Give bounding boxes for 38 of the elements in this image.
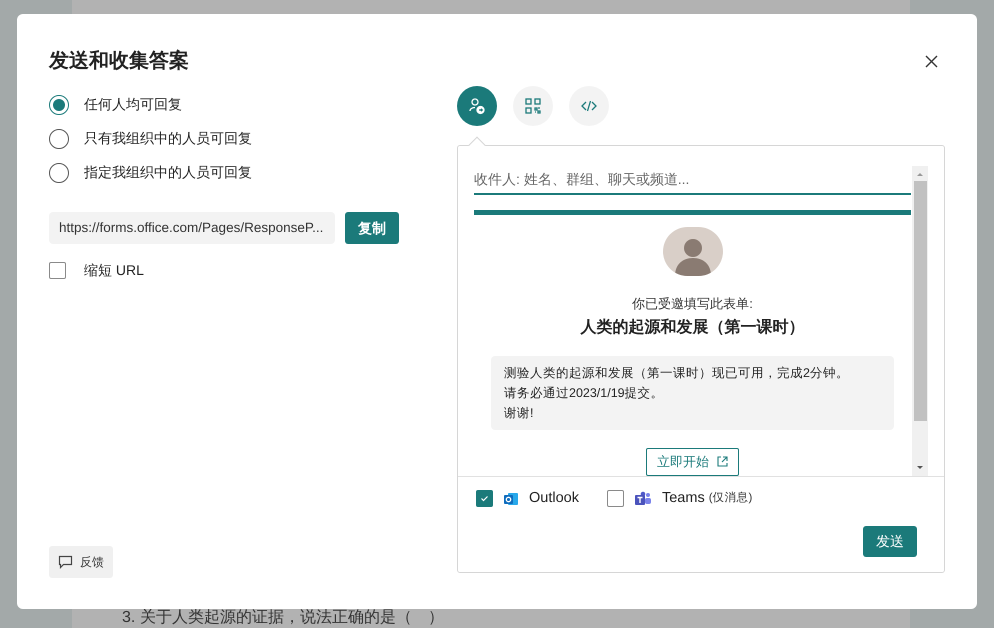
comment-icon — [58, 555, 73, 569]
close-icon[interactable] — [925, 55, 938, 68]
scrollbar[interactable] — [912, 166, 928, 476]
share-tab[interactable] — [513, 86, 553, 126]
scroll-down-icon[interactable] — [916, 464, 924, 472]
radio-button[interactable] — [49, 94, 69, 114]
channel-checkbox[interactable] — [476, 490, 493, 508]
feedback-button[interactable]: 反馈 — [49, 546, 113, 578]
copy-button[interactable]: 复制 — [345, 212, 399, 244]
share-tab[interactable] — [569, 86, 609, 126]
code-icon — [581, 98, 597, 114]
question-text: 3. 关于人类起源的证据，说法正确的是（ ） — [122, 608, 444, 628]
option-label: 只有我组织中的人员可回复 — [84, 129, 252, 148]
form-title: 人类的起源和发展（第一课时） — [580, 318, 804, 338]
invite-text: 你已受邀填写此表单: — [632, 295, 753, 314]
message-text: 测验人类的起源和发展（第一课时）现已可用，完成2分钟。 请务必通过2023/1/19提交。 谢谢! — [491, 356, 894, 430]
radio-button[interactable] — [49, 128, 69, 148]
share-tab[interactable] — [457, 86, 497, 126]
option-label: 任何人均可回复 — [84, 95, 182, 114]
radio-button[interactable] — [49, 162, 69, 182]
send-button[interactable]: 发送 — [863, 526, 917, 557]
channel-label: Outlook — [529, 489, 579, 508]
outlook-logo-icon — [503, 490, 519, 507]
checkbox-label: 缩短 URL — [84, 261, 144, 280]
link-field[interactable]: https://forms.office.com/Pages/ResponseP... — [49, 212, 335, 244]
external-link-icon — [717, 456, 728, 468]
avatar — [662, 226, 722, 276]
option-label: 指定我组织中的人员可回复 — [84, 163, 252, 182]
channel-label: Teams — [662, 489, 705, 508]
checkmark-icon — [480, 494, 489, 504]
dialog-title: 发送和收集答案 — [49, 48, 190, 74]
person-send-icon — [468, 97, 486, 115]
channel-checkbox[interactable] — [606, 490, 624, 508]
qr-code-icon — [525, 98, 541, 114]
channel-note: (仅消息) — [708, 490, 752, 506]
start-button[interactable]: 立即开始 — [646, 448, 739, 476]
teams-logo-icon — [634, 490, 652, 507]
checkbox[interactable] — [49, 262, 66, 279]
